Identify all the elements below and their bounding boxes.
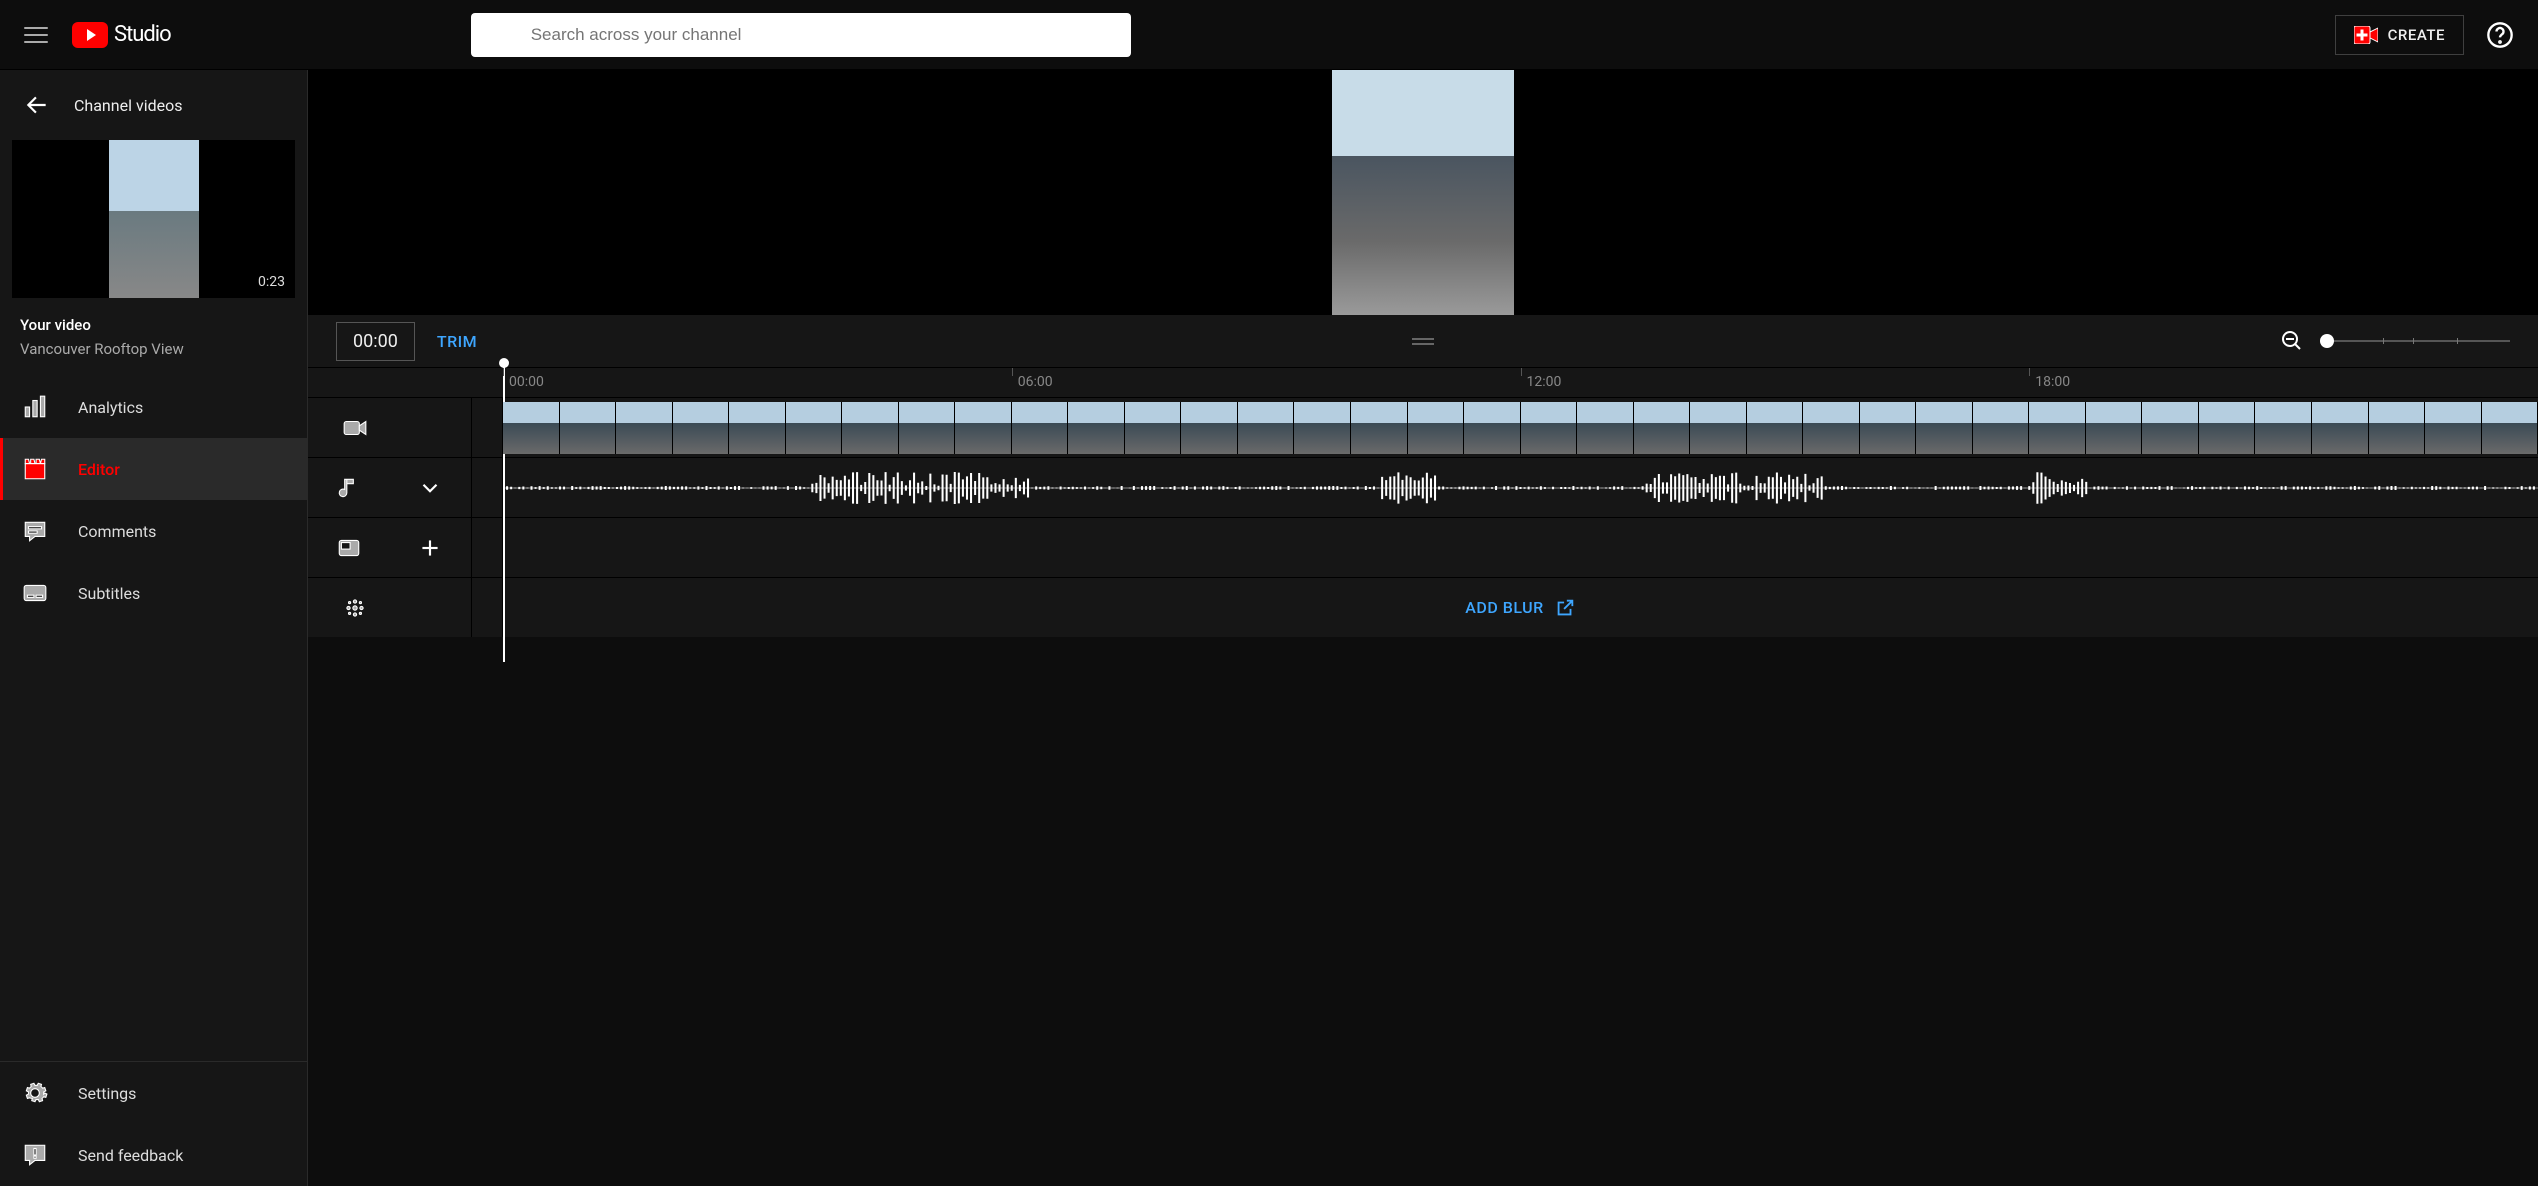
endscreen-track-body[interactable] [503,518,2538,577]
timeline-ruler[interactable]: 00:00 06:00 12:00 18:00 [308,367,2538,397]
topbar: Studio CREATE [0,0,2538,70]
back-label: Channel videos [74,96,182,115]
ruler-mark: 18:00 [2035,374,2070,390]
panel-drag-handle-icon[interactable] [1412,338,1434,345]
create-button[interactable]: CREATE [2335,15,2464,55]
create-video-icon [2354,26,2378,44]
audio-track-body[interactable] [503,458,2538,517]
nav-comments-label: Comments [78,522,156,541]
video-track-icon [342,415,368,441]
nav-editor[interactable]: Editor [0,438,307,500]
nav-subtitles-label: Subtitles [78,584,140,603]
add-blur-button[interactable]: ADD BLUR [1465,597,1575,619]
nav-analytics[interactable]: Analytics [0,376,307,438]
gear-icon [22,1080,48,1106]
ruler-mark: 00:00 [509,374,544,390]
back-to-channel-videos[interactable]: Channel videos [0,70,307,140]
analytics-icon [22,394,48,420]
video-meta: Your video Vancouver Rooftop View [0,298,307,366]
open-external-icon [1554,597,1576,619]
ruler-mark: 12:00 [1527,374,1562,390]
thumbnail-image [109,140,199,298]
search-box[interactable] [471,13,1131,57]
preview-frame [1332,70,1514,315]
current-time-input[interactable]: 00:00 [336,322,415,361]
filmstrip [503,402,2538,454]
create-label: CREATE [2388,26,2445,44]
blur-icon [342,595,368,621]
zoom-slider[interactable] [2320,340,2510,342]
ruler-mark: 06:00 [1018,374,1053,390]
logo-text: Studio [114,22,171,47]
sidebar: Channel videos 0:23 Your video Vancouver… [0,70,308,1186]
search-input[interactable] [531,25,1115,45]
add-blur-label: ADD BLUR [1465,598,1543,617]
control-row: 00:00 TRIM [308,315,2538,367]
editor-main: 00:00 TRIM 00:00 06:00 12:00 18:00 [308,70,2538,1186]
nav-editor-label: Editor [78,460,120,479]
subtitles-icon [22,580,48,606]
menu-icon[interactable] [24,22,48,48]
back-arrow-icon [24,92,50,118]
video-title: Vancouver Rooftop View [20,340,287,358]
nav-subtitles[interactable]: Subtitles [0,562,307,624]
search-icon [487,22,513,48]
plus-icon[interactable] [417,535,443,561]
thumbnail-duration: 0:23 [258,274,285,290]
video-track-body[interactable] [503,398,2538,457]
video-thumbnail[interactable]: 0:23 [12,140,295,298]
nav-feedback[interactable]: Send feedback [0,1124,307,1186]
feedback-icon [22,1142,48,1168]
nav-comments[interactable]: Comments [0,500,307,562]
nav-settings-label: Settings [78,1084,136,1103]
nav-analytics-label: Analytics [78,398,143,417]
logo[interactable]: Studio [72,22,171,48]
chevron-down-icon[interactable] [417,475,443,501]
video-track [308,397,2538,457]
zoom-out-icon[interactable] [2280,329,2304,353]
audio-waveform [503,468,2538,508]
endscreen-track [308,517,2538,577]
trim-button[interactable]: TRIM [437,332,477,351]
comments-icon [22,518,48,544]
audio-track [308,457,2538,517]
video-label: Your video [20,316,287,334]
timeline-tracks: ADD BLUR [308,397,2538,637]
video-preview[interactable] [308,70,2538,315]
editor-icon [22,456,48,482]
help-icon[interactable] [2486,21,2514,49]
music-note-icon [336,475,362,501]
blur-track: ADD BLUR [308,577,2538,637]
nav-settings[interactable]: Settings [0,1062,307,1124]
youtube-play-icon [72,22,108,48]
nav-feedback-label: Send feedback [78,1146,183,1165]
endscreen-icon [336,535,362,561]
